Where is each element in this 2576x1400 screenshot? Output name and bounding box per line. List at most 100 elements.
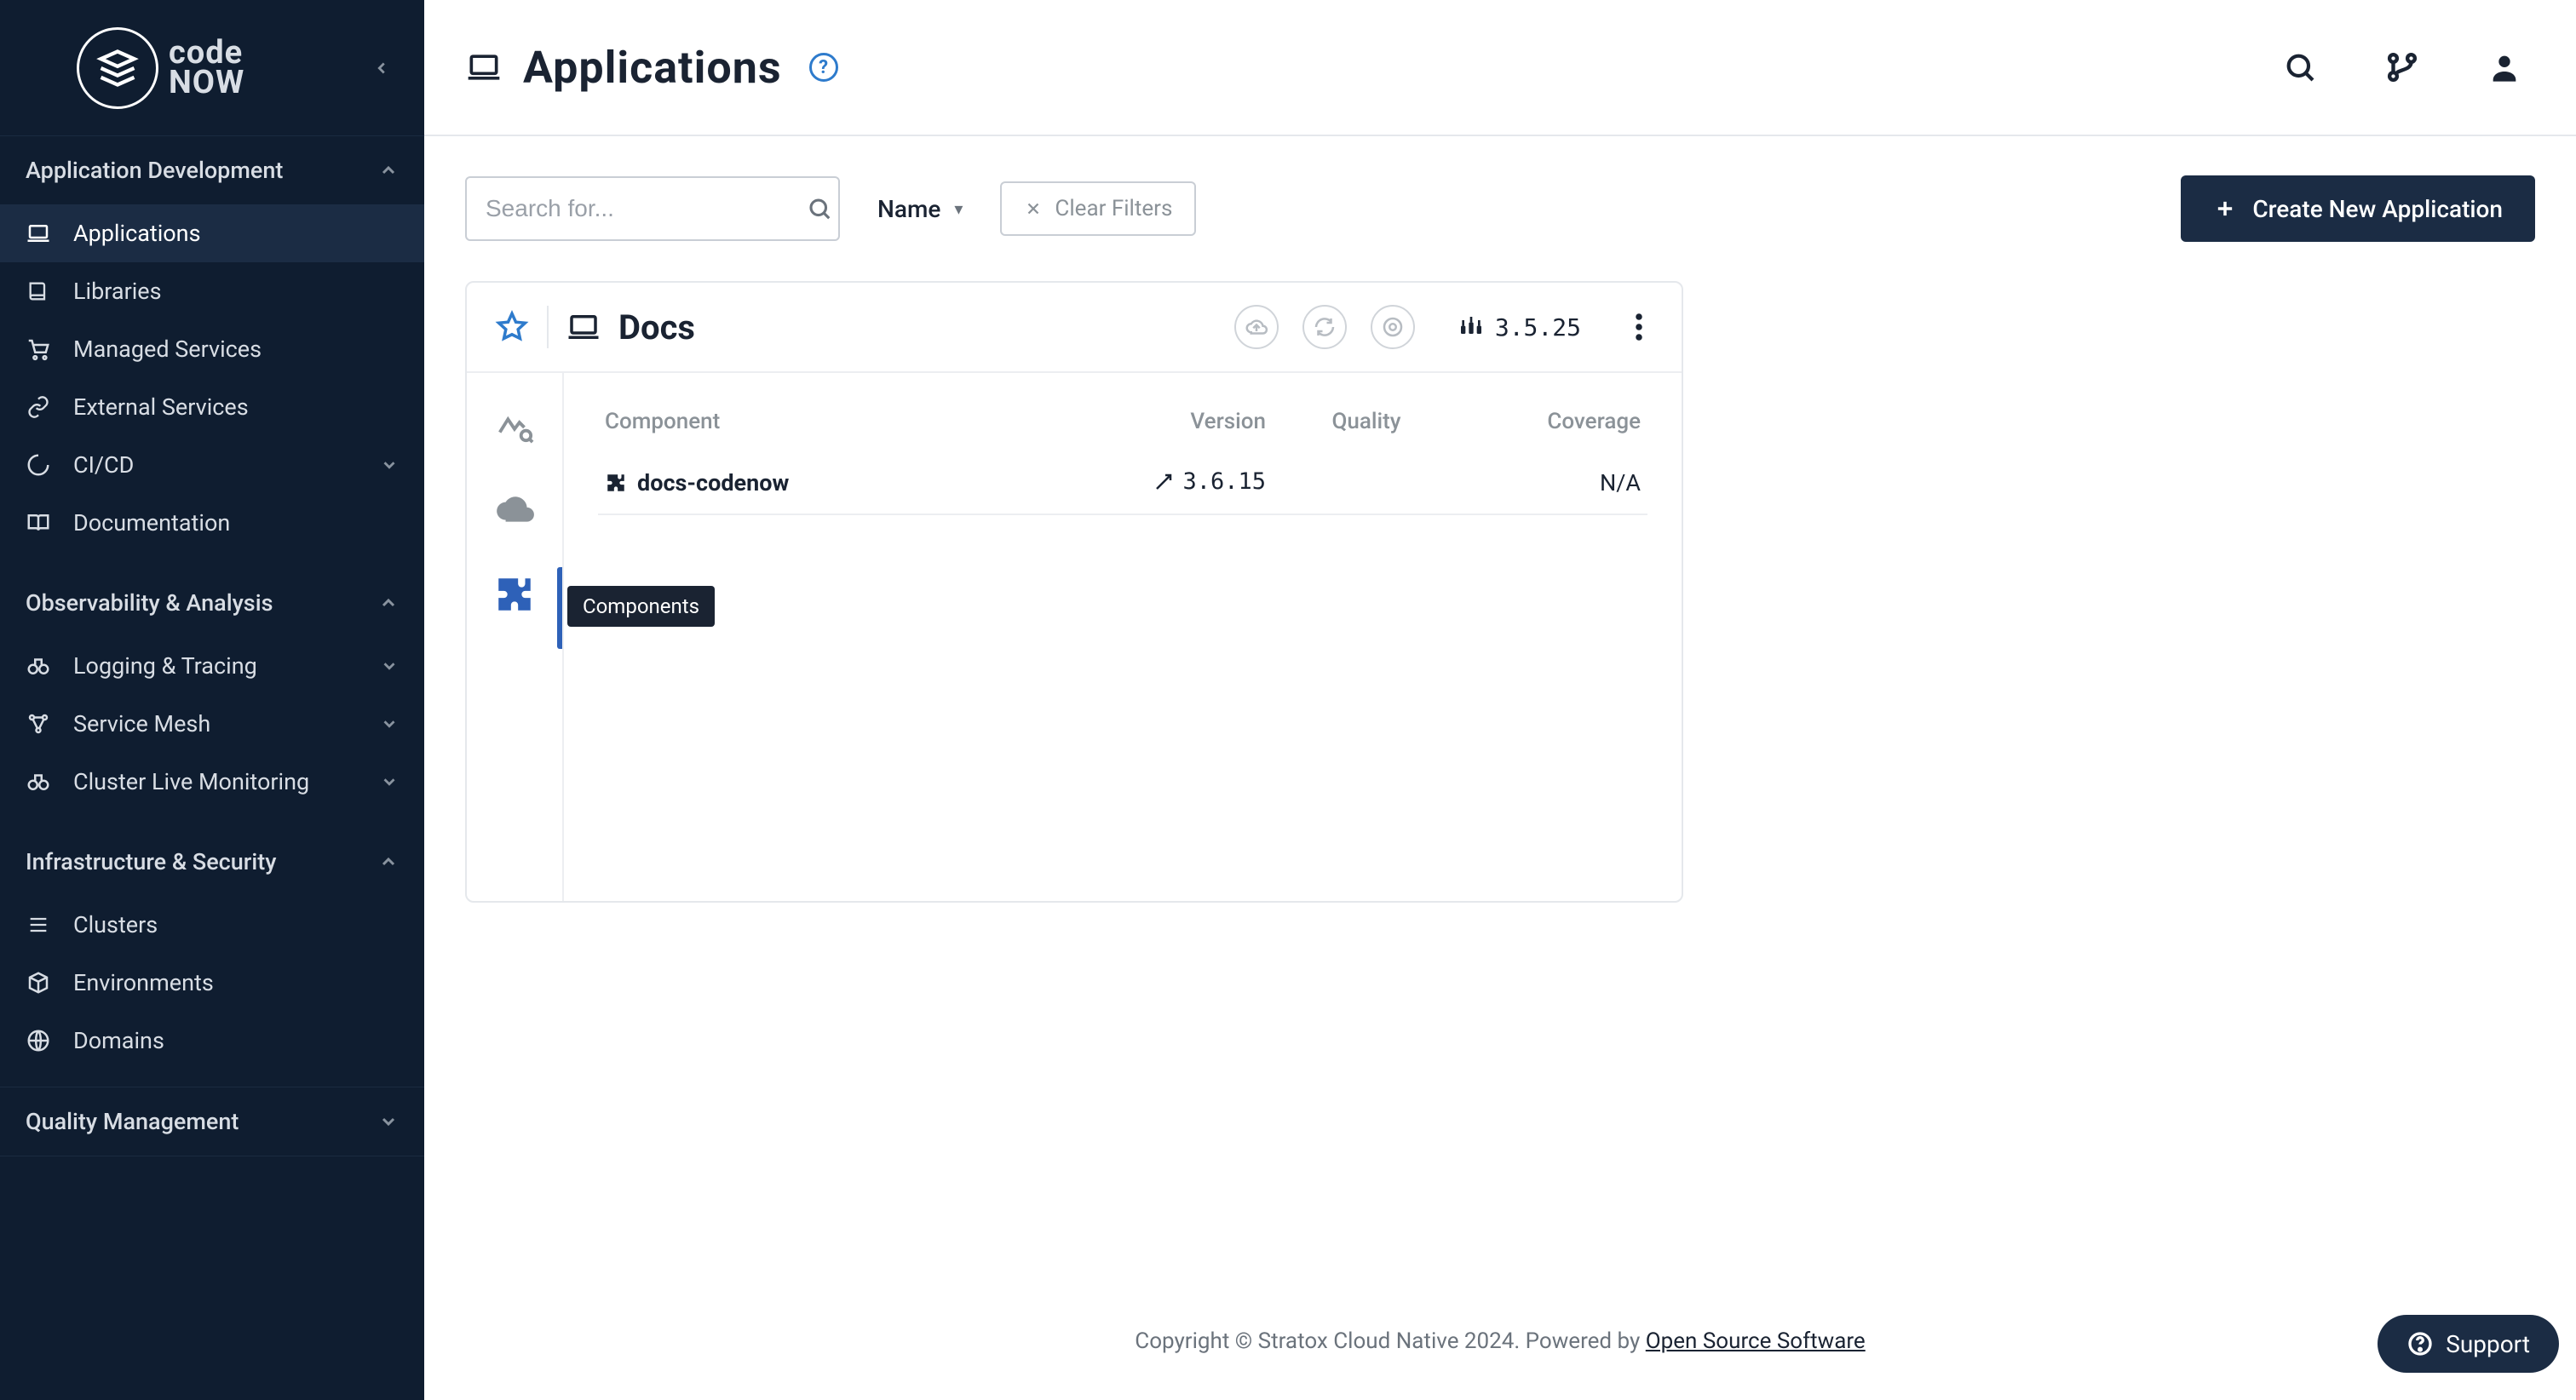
nav-section-label: Quality Management [26,1108,239,1135]
col-version: Version [1102,399,1273,453]
sidebar-item-cicd[interactable]: CI/CD [0,436,424,494]
book-open-icon [26,510,51,536]
laptop-icon [465,49,503,86]
components-table-wrap: Component Version Quality Coverage [564,373,1682,901]
card-header: Docs 3.5.25 [467,283,1682,373]
sidebar-item-environments[interactable]: Environments [0,954,424,1012]
sidebar-item-label: External Services [73,393,249,421]
chevron-down-icon [380,772,399,791]
laptop-icon [566,309,601,345]
topbar-user-button[interactable] [2474,37,2535,98]
cart-icon [26,336,51,362]
rail-active-indicator [557,567,562,649]
toolbar: Name ▾ Clear Filters Create New Applicat… [424,136,2576,281]
help-circle-icon [2406,1330,2434,1357]
sort-select[interactable]: Name ▾ [877,195,963,223]
clear-filters-button[interactable]: Clear Filters [1000,181,1196,236]
nav-section-infra-security[interactable]: Infrastructure & Security [0,828,424,896]
status-cloud-icon[interactable] [1234,305,1279,349]
sidebar-item-label: Applications [73,220,201,247]
clear-filters-label: Clear Filters [1055,196,1172,221]
create-application-button[interactable]: Create New Application [2181,175,2535,242]
components-table: Component Version Quality Coverage [598,399,1647,515]
chevron-down-icon [380,714,399,733]
topbar: Applications ? [424,0,2576,136]
card-title[interactable]: Docs [618,307,695,347]
sidebar-item-logging-tracing[interactable]: Logging & Tracing [0,637,424,695]
graph-icon [26,711,51,737]
component-name-cell: docs-codenow [605,469,1095,496]
sidebar-item-clusters[interactable]: Clusters [0,896,424,954]
sidebar-item-label: Documentation [73,509,230,536]
card-version-value: 3.5.25 [1495,313,1581,341]
component-name: docs-codenow [637,469,789,496]
chevron-up-icon [378,160,399,181]
col-coverage: Coverage [1460,399,1647,453]
sidebar-item-label: Domains [73,1027,164,1054]
nav-section-quality-mgmt[interactable]: Quality Management [0,1087,424,1156]
footer-oss-link[interactable]: Open Source Software [1646,1328,1866,1354]
nav-section-label: Infrastructure & Security [26,848,276,875]
col-quality: Quality [1273,399,1460,453]
laptop-icon [26,221,51,246]
rail-tooltip-label: Components [583,594,699,618]
chevron-down-icon [380,456,399,474]
sidebar-item-documentation[interactable]: Documentation [0,494,424,552]
book-icon [26,278,51,304]
component-version: 3.6.15 [1182,468,1266,495]
component-version-cell: 3.6.15 [1153,468,1266,495]
sidebar-item-label: Environments [73,969,214,996]
sidebar-item-label: Cluster Live Monitoring [73,768,309,795]
footer: Copyright © Stratox Cloud Native 2024. P… [424,1305,2576,1400]
application-card: Docs 3.5.25 [465,281,1683,903]
sidebar-item-label: Libraries [73,278,162,305]
rail-tooltip: Components [567,586,715,627]
status-runtime-icon[interactable] [1371,305,1415,349]
sidebar-collapse-button[interactable] [365,51,399,85]
support-button[interactable]: Support [2378,1315,2559,1373]
sidebar-item-libraries[interactable]: Libraries [0,262,424,320]
sidebar-item-label: Clusters [73,911,158,938]
divider [547,306,549,348]
rail-components-button[interactable] [489,569,540,620]
table-row[interactable]: docs-codenow 3.6.15 [598,453,1647,514]
support-label: Support [2446,1330,2530,1358]
list-icon [26,912,51,938]
sidebar-item-managed-services[interactable]: Managed Services [0,320,424,378]
search-box[interactable] [465,176,840,241]
status-arrows-icon[interactable] [1302,305,1347,349]
topbar-search-button[interactable] [2269,37,2331,98]
nav-section-app-dev[interactable]: Application Development [0,136,424,204]
star-icon[interactable] [494,309,530,345]
nav-section-observability[interactable]: Observability & Analysis [0,569,424,637]
rail-activity-button[interactable] [489,399,540,450]
cube-icon [26,970,51,995]
main-content: Applications ? Name ▾ [424,0,2576,1400]
sidebar-item-label: Logging & Tracing [73,652,257,680]
sidebar-item-domains[interactable]: Domains [0,1012,424,1070]
brand-logo-text: code NOW [169,38,244,96]
sidebar-item-label: Managed Services [73,336,262,363]
search-input[interactable] [486,195,793,222]
help-icon[interactable]: ? [809,53,838,82]
globe-icon [26,1028,51,1053]
card-menu-button[interactable] [1624,305,1654,349]
chevron-down-icon [380,657,399,675]
content-area: Docs 3.5.25 [424,281,2576,1305]
topbar-branch-button[interactable] [2372,37,2433,98]
page-title: Applications [523,42,782,94]
create-button-label: Create New Application [2252,195,2503,223]
rail-cloud-button[interactable] [489,484,540,535]
sidebar-item-external-services[interactable]: External Services [0,378,424,436]
col-component: Component [598,399,1102,453]
binoculars-icon [26,653,51,679]
brand-logo[interactable]: code NOW [77,27,244,109]
card-side-rail: Components [467,373,564,901]
spinner-icon [26,452,51,478]
sort-select-label: Name [877,195,940,223]
sidebar-item-cluster-monitoring[interactable]: Cluster Live Monitoring [0,753,424,811]
sidebar-item-service-mesh[interactable]: Service Mesh [0,695,424,753]
chevron-down-icon: ▾ [954,198,963,219]
sidebar-item-applications[interactable]: Applications [0,204,424,262]
brand-logo-mark [77,27,158,109]
